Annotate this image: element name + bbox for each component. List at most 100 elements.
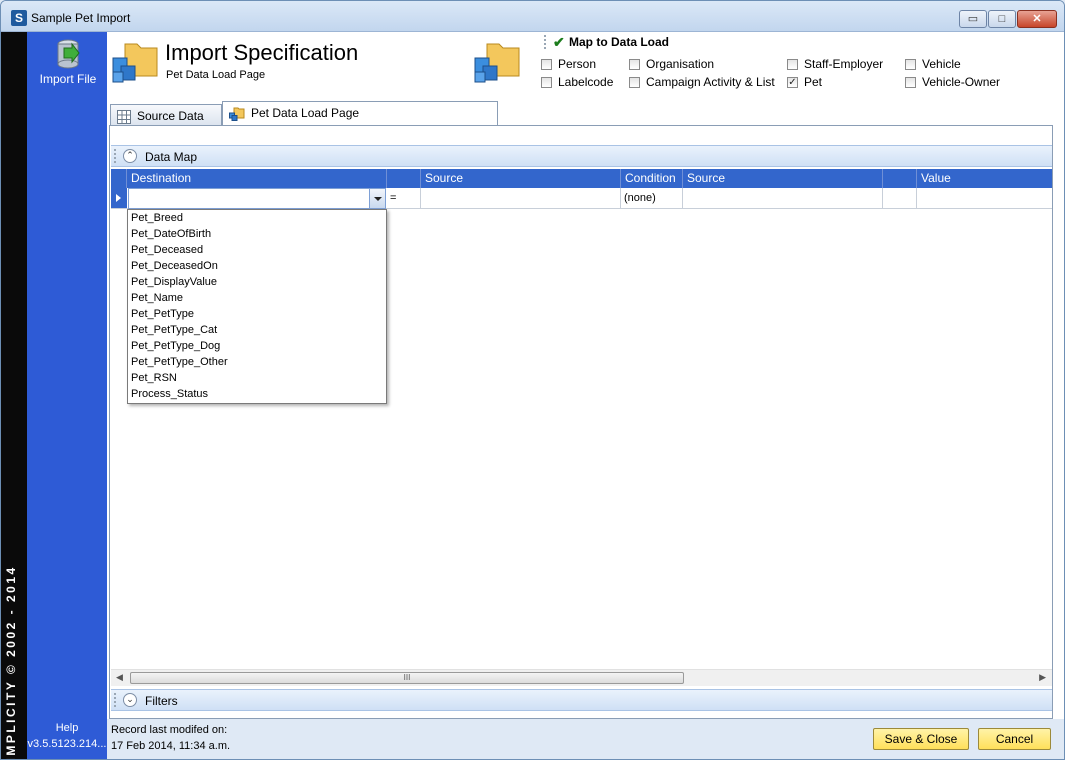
checkbox-label: Labelcode [558, 75, 614, 89]
tab-label: Source Data [137, 109, 204, 123]
title-bar[interactable]: S Sample Pet Import ▭ □ ✕ [1, 1, 1064, 32]
import-file-button[interactable]: Import File [35, 38, 101, 86]
scroll-left-icon[interactable]: ◀ [116, 672, 123, 683]
dropdown-item[interactable]: Process_Status [128, 386, 386, 402]
data-map-grid-header: Destination Source Condition Source Valu… [111, 169, 1052, 188]
record-modified-date: 17 Feb 2014, 11:34 a.m. [111, 740, 231, 752]
save-close-button[interactable]: Save & Close [873, 728, 969, 750]
page-subtitle: Pet Data Load Page [166, 69, 266, 81]
checkbox-label: Staff-Employer [804, 57, 884, 71]
tab-source-data[interactable]: Source Data [110, 104, 222, 126]
data-load-icon [474, 43, 520, 83]
checkbox-box[interactable] [787, 58, 798, 70]
map-to-data-load-label: Map to Data Load [569, 35, 670, 49]
column-header-destination[interactable]: Destination [127, 169, 387, 188]
checkbox-box[interactable] [905, 76, 916, 88]
window-title: Sample Pet Import [31, 11, 131, 25]
horizontal-scrollbar[interactable]: ◀ III ▶ [111, 669, 1052, 686]
destination-combobox[interactable] [128, 188, 386, 209]
dropdown-item[interactable]: Pet_PetType [128, 306, 386, 322]
checkbox-labelcode[interactable]: Labelcode [541, 75, 613, 89]
checkbox-box[interactable] [541, 58, 552, 70]
operator-cell: = [387, 188, 421, 208]
record-modified-label: Record last modifed on: [111, 724, 228, 736]
data-map-label: Data Map [145, 150, 198, 164]
checkbox-label: Organisation [646, 57, 715, 71]
dropdown-item[interactable]: Pet_PetType_Cat [128, 322, 386, 338]
copyright-text: SIMPLICITY © 2002 - 2014 [4, 565, 18, 760]
dropdown-item[interactable]: Pet_Breed [128, 210, 386, 226]
filters-label: Filters [145, 694, 178, 708]
dropdown-item[interactable]: Pet_PetType_Dog [128, 338, 386, 354]
help-link[interactable]: Help [27, 722, 107, 734]
maximize-button[interactable]: □ [988, 10, 1016, 28]
dropdown-item[interactable]: Pet_DisplayValue [128, 274, 386, 290]
checkbox-pet[interactable]: ✓ Pet [787, 75, 822, 89]
dropdown-item[interactable]: Pet_DeceasedOn [128, 258, 386, 274]
sidebar: SIMPLICITY © 2002 - 2014 Import File Hel… [1, 32, 107, 760]
checkbox-label: Pet [804, 75, 823, 89]
checkbox-box-checked[interactable]: ✓ [787, 76, 798, 88]
column-header-source-2[interactable]: Source [683, 169, 883, 188]
page-title: Import Specification [165, 40, 359, 65]
checkbox-box[interactable] [905, 58, 916, 70]
grid-icon [117, 109, 131, 124]
minimize-button[interactable]: ▭ [959, 10, 987, 28]
source-cell[interactable] [421, 188, 621, 208]
checkbox-vehicle[interactable]: Vehicle [905, 57, 961, 71]
destination-value [129, 189, 132, 209]
dropdown-item[interactable]: Pet_DateOfBirth [128, 226, 386, 242]
dropdown-item[interactable]: Pet_Deceased [128, 242, 386, 258]
column-header-blank[interactable] [883, 169, 917, 188]
import-file-label: Import File [39, 72, 97, 86]
database-import-icon [57, 39, 80, 69]
checkbox-person[interactable]: Person [541, 57, 596, 71]
collapse-icon[interactable]: ⌃ [123, 149, 137, 163]
checkbox-organisation[interactable]: Organisation [629, 57, 714, 71]
dropdown-item[interactable]: Pet_PetType_Other [128, 354, 386, 370]
cancel-button[interactable]: Cancel [978, 728, 1051, 750]
close-button[interactable]: ✕ [1017, 10, 1057, 28]
checkbox-label: Vehicle [922, 57, 961, 71]
app-icon: S [11, 10, 27, 26]
column-header-value[interactable]: Value [917, 169, 1052, 188]
row-header-cell [111, 169, 127, 188]
condition-cell[interactable]: (none) [621, 188, 683, 208]
checkbox-label: Person [558, 57, 597, 71]
column-header-source[interactable]: Source [421, 169, 621, 188]
blank-cell[interactable] [883, 188, 917, 208]
destination-dropdown-list: Pet_Breed Pet_DateOfBirth Pet_Deceased P… [127, 209, 387, 404]
expand-icon[interactable]: ⌄ [123, 693, 137, 707]
checkbox-box[interactable] [629, 58, 640, 70]
data-map-group-header[interactable]: ⌃ Data Map [111, 145, 1052, 167]
checkbox-vehicle-owner[interactable]: Vehicle-Owner [905, 75, 1000, 89]
dropdown-item[interactable]: Pet_Name [128, 290, 386, 306]
checkmark-icon: ✔ [553, 34, 565, 50]
tab-pet-data-load-page[interactable]: Pet Data Load Page [222, 101, 498, 126]
value-cell[interactable] [917, 188, 1052, 208]
group-grip [114, 693, 118, 707]
import-window: S Sample Pet Import ▭ □ ✕ SIMPLICITY © 2… [0, 0, 1065, 760]
version-label: v3.5.5123.214... [27, 738, 107, 750]
checkbox-campaign-activity-list[interactable]: Campaign Activity & List [629, 75, 775, 89]
scroll-thumb[interactable]: III [130, 672, 684, 684]
group-grip [114, 149, 118, 163]
row-selector[interactable] [111, 188, 127, 208]
checkbox-label: Campaign Activity & List [646, 75, 775, 89]
dropdown-item[interactable]: Pet_RSN [128, 370, 386, 386]
footer: Record last modifed on: 17 Feb 2014, 11:… [107, 719, 1064, 759]
current-row-icon [116, 194, 121, 202]
folder-cubes-icon [229, 107, 245, 121]
toolbar-grip [544, 35, 548, 49]
checkbox-box[interactable] [541, 76, 552, 88]
scroll-right-icon[interactable]: ▶ [1039, 672, 1046, 683]
checkbox-staff-employer[interactable]: Staff-Employer [787, 57, 883, 71]
import-spec-icon [112, 43, 158, 83]
source-2-cell[interactable] [683, 188, 883, 208]
filters-group-header[interactable]: ⌄ Filters [111, 689, 1052, 711]
checkbox-box[interactable] [629, 76, 640, 88]
dropdown-arrow-icon[interactable] [369, 189, 385, 208]
column-header-operator[interactable] [387, 169, 421, 188]
checkbox-label: Vehicle-Owner [922, 75, 1001, 89]
column-header-condition[interactable]: Condition [621, 169, 683, 188]
